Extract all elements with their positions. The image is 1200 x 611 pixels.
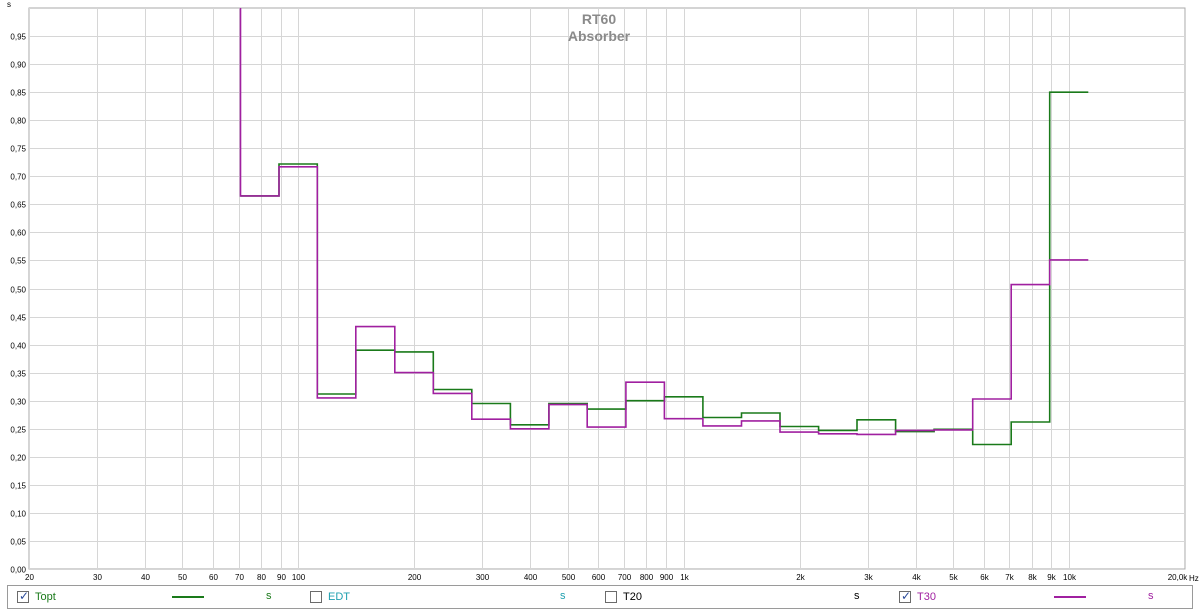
x-axis-unit: Hz [1189,574,1199,583]
legend-checkbox-t30[interactable]: ✓ [899,589,912,603]
x-tick-label: 10k [1063,573,1077,582]
x-tick-label: 700 [618,573,632,582]
y-tick-label: 0,20 [10,454,26,463]
x-tick-label: 30 [93,573,102,582]
legend-line-swatch [1054,596,1086,598]
y-tick-label: 0,15 [10,482,26,491]
legend-unit: s [560,590,566,602]
x-tick-label: 1k [680,573,689,582]
x-tick-label: 7k [1005,573,1014,582]
y-tick-label: 0,25 [10,426,26,435]
x-tick-label: 90 [277,573,286,582]
x-tick-label: 900 [660,573,674,582]
x-tick-label: 9k [1047,573,1056,582]
chart-subtitle: Absorber [568,28,631,44]
x-tick-label: 6k [980,573,989,582]
y-tick-label: 0,90 [10,61,26,70]
y-axis-unit: s [7,0,11,9]
x-tick-label: 100 [292,573,306,582]
legend-unit: s [1148,590,1154,602]
checkmark-icon: ✓ [19,589,30,603]
x-tick-label: 3k [864,573,873,582]
legend-label: Topt [35,591,56,603]
y-tick-label: 0,55 [10,257,26,266]
y-tick-label: 0,35 [10,370,26,379]
x-tick-label: 2k [796,573,805,582]
y-tick-label: 0,95 [10,33,26,42]
x-tick-label: 40 [141,573,150,582]
chart-title: RT60 [582,11,616,27]
legend-label: T20 [623,591,642,603]
y-tick-label: 0,85 [10,89,26,98]
y-tick-label: 0,50 [10,286,26,295]
y-tick-label: 0,80 [10,117,26,126]
x-tick-label: 200 [408,573,422,582]
y-tick-label: 0,30 [10,398,26,407]
y-tick-label: 0,65 [10,201,26,210]
y-tick-label: 0,70 [10,173,26,182]
legend-item-t20: T20 [605,586,642,608]
x-tick-label: 500 [562,573,576,582]
legend-label: T30 [917,591,936,603]
y-tick-label: 0,45 [10,314,26,323]
series-line-t30 [239,8,1089,436]
legend-item-topt: ✓ Topt [17,586,56,608]
x-tick-label: 300 [476,573,490,582]
legend-bar: ✓ Topt s EDT s T20 s ✓ T30 s [7,585,1193,609]
y-tick-label: 0,40 [10,342,26,351]
x-tick-label: 400 [524,573,538,582]
legend-checkbox-edt[interactable] [310,591,322,603]
x-tick-label: 80 [257,573,266,582]
x-tick-label: 4k [912,573,921,582]
legend-checkbox-t20[interactable] [605,591,617,603]
x-tick-label: 20,0k [1168,573,1189,582]
rt60-chart: 0,000,050,100,150,200,250,300,350,400,45… [7,0,1199,583]
y-tick-label: 0,60 [10,229,26,238]
legend-checkbox-topt[interactable]: ✓ [17,589,30,603]
legend-line-swatch [172,596,204,598]
checkmark-icon: ✓ [901,589,912,603]
x-tick-label: 20 [25,573,34,582]
y-tick-label: 0,75 [10,145,26,154]
legend-item-edt: EDT [310,586,350,608]
legend-unit: s [854,590,860,602]
x-tick-label: 70 [235,573,244,582]
legend-label: EDT [328,591,350,603]
x-tick-label: 8k [1028,573,1037,582]
y-tick-label: 0,05 [10,538,26,547]
x-tick-label: 60 [209,573,218,582]
x-tick-label: 800 [640,573,654,582]
x-tick-label: 5k [949,573,958,582]
legend-item-t30: ✓ T30 [899,586,936,608]
x-tick-label: 50 [178,573,187,582]
x-tick-label: 600 [592,573,606,582]
legend-unit: s [266,590,272,602]
y-tick-label: 0,10 [10,510,26,519]
